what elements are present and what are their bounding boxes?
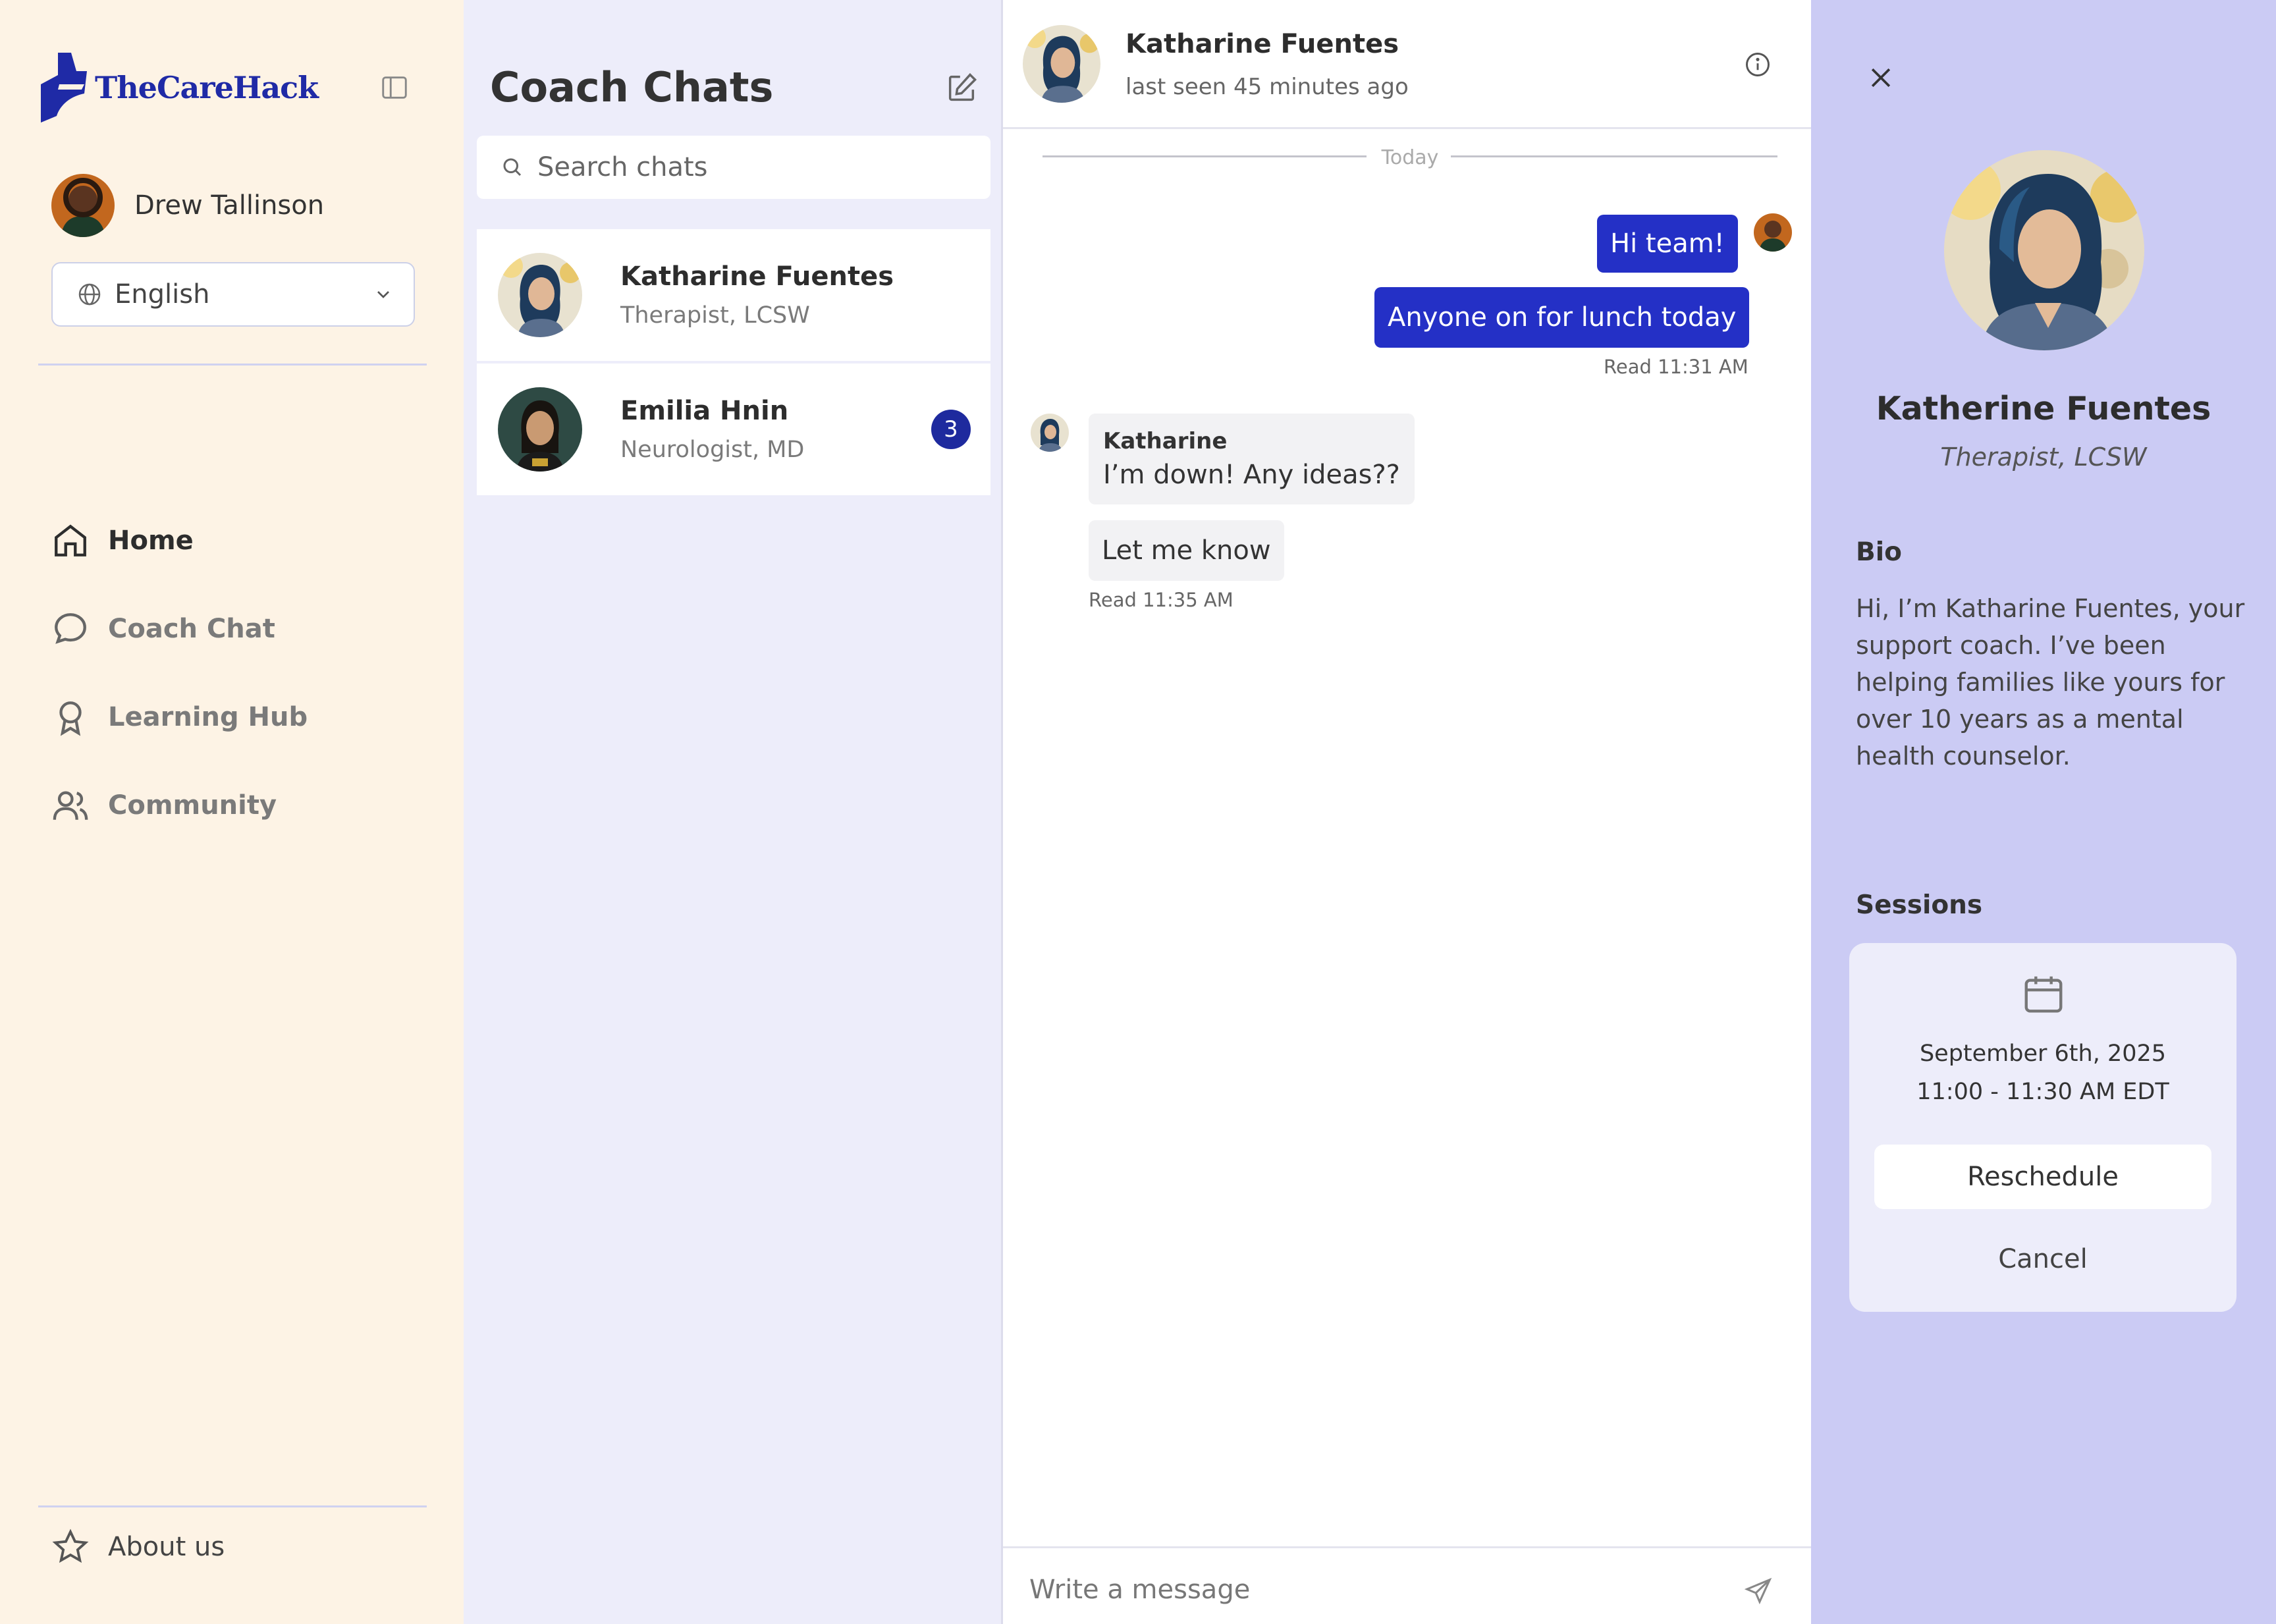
nav-label-coach-chat: Coach Chat (108, 614, 275, 644)
message-composer[interactable]: Write a message (1003, 1546, 1813, 1624)
language-value: English (115, 279, 210, 310)
message-bubble-outgoing[interactable]: Hi team! (1597, 215, 1738, 273)
profile-role: Therapist, LCSW (1940, 443, 2147, 472)
sessions-heading: Sessions (1856, 890, 1983, 920)
last-seen-status: last seen 45 minutes ago (1125, 74, 1409, 100)
message-sender: Katharine (1103, 428, 1228, 454)
session-time: 11:00 - 11:30 AM EDT (1916, 1079, 2169, 1105)
cancel-session-button[interactable]: Cancel (1874, 1233, 2211, 1286)
brand-name: TheCareHack (95, 70, 319, 105)
profile-avatar (1944, 150, 2144, 350)
info-icon[interactable] (1743, 50, 1772, 79)
contact-avatar (498, 387, 582, 472)
current-user[interactable]: Drew Tallinson (51, 174, 324, 237)
bio-heading: Bio (1856, 537, 1902, 567)
home-icon (55, 524, 86, 556)
search-icon (503, 158, 522, 176)
nav-item-home[interactable]: Home (51, 497, 308, 585)
contact-name: Katharine Fuentes (620, 261, 894, 292)
message-bubble-incoming[interactable]: Katharine I’m down! Any ideas?? (1089, 414, 1415, 504)
chevron-down-icon (377, 291, 389, 298)
conversation-avatar[interactable] (1023, 25, 1100, 103)
nav-label-home: Home (108, 526, 194, 556)
users-icon (53, 791, 88, 820)
day-separator-label: Today (1381, 146, 1439, 169)
contact-avatar (498, 253, 582, 337)
sender-avatar (1754, 213, 1792, 252)
nav-label-learning-hub: Learning Hub (108, 702, 308, 732)
search-chats-input[interactable]: Search chats (477, 136, 990, 199)
read-receipt: Read 11:35 AM (1089, 589, 1233, 611)
reschedule-button[interactable]: Reschedule (1874, 1145, 2211, 1209)
sidebar-toggle-icon[interactable] (379, 72, 410, 103)
day-separator-line (1451, 155, 1777, 157)
brand-logo[interactable]: TheCareHack (38, 51, 319, 124)
sidebar-divider-bottom (38, 1505, 427, 1507)
nav-item-learning-hub[interactable]: Learning Hub (51, 673, 308, 761)
globe-icon (78, 283, 101, 306)
about-us-link[interactable]: About us (51, 1528, 225, 1566)
session-date: September 6th, 2025 (1919, 1041, 2167, 1067)
chat-list-item[interactable]: Katharine Fuentes Therapist, LCSW (477, 229, 990, 361)
message-bubble-incoming[interactable]: Let me know (1089, 520, 1284, 581)
message-input[interactable]: Write a message (1029, 1575, 1250, 1605)
compose-icon[interactable] (944, 71, 979, 105)
chat-list-title: Coach Chats (490, 63, 774, 111)
chat-list-panel: Coach Chats Search chats Katharine Fuent… (464, 0, 1001, 1624)
message-bubble-outgoing[interactable]: Anyone on for lunch today (1374, 287, 1750, 348)
profile-panel: Katherine Fuentes Therapist, LCSW Bio Hi… (1811, 0, 2276, 1624)
conversation-title: Katharine Fuentes (1125, 29, 1399, 59)
sidebar-divider-top (38, 364, 427, 365)
sidebar: TheCareHack Drew Tallinson English Home … (0, 0, 464, 1624)
language-select[interactable]: English (51, 262, 415, 327)
contact-role: Therapist, LCSW (620, 302, 810, 329)
user-avatar (51, 174, 115, 237)
chat-bubble-icon (55, 613, 86, 644)
nav-item-coach-chat[interactable]: Coach Chat (51, 585, 308, 673)
contact-role: Neurologist, MD (620, 437, 805, 463)
user-name: Drew Tallinson (134, 190, 325, 221)
profile-name: Katherine Fuentes (1876, 390, 2211, 427)
chat-list-item[interactable]: Emilia Hnin Neurologist, MD 3 (477, 364, 990, 495)
message-text: I’m down! Any ideas?? (1103, 460, 1400, 490)
bio-text: Hi, I’m Katharine Fuentes, your support … (1856, 594, 2245, 771)
unread-badge: 3 (931, 410, 971, 449)
send-icon[interactable] (1743, 1576, 1774, 1606)
close-icon[interactable] (1866, 63, 1895, 92)
contact-name: Emilia Hnin (620, 396, 789, 426)
session-card: September 6th, 2025 11:00 - 11:30 AM EDT… (1849, 943, 2236, 1312)
nav-item-community[interactable]: Community (51, 761, 308, 850)
logo-mark-icon (41, 53, 87, 122)
day-separator: Today (1043, 146, 1777, 169)
calendar-icon (2024, 976, 2063, 1013)
award-icon (59, 701, 82, 736)
conversation-panel: Katharine Fuentes last seen 45 minutes a… (1001, 0, 1813, 1624)
read-receipt: Read 11:31 AM (1604, 356, 1748, 378)
star-icon (52, 1529, 89, 1563)
conversation-header: Katharine Fuentes last seen 45 minutes a… (1003, 0, 1813, 129)
search-placeholder: Search chats (537, 152, 708, 182)
nav-label-community: Community (108, 790, 277, 821)
about-us-label: About us (108, 1532, 225, 1562)
main-nav: Home Coach Chat Learning Hub Community (51, 497, 308, 850)
sender-avatar (1031, 414, 1069, 452)
